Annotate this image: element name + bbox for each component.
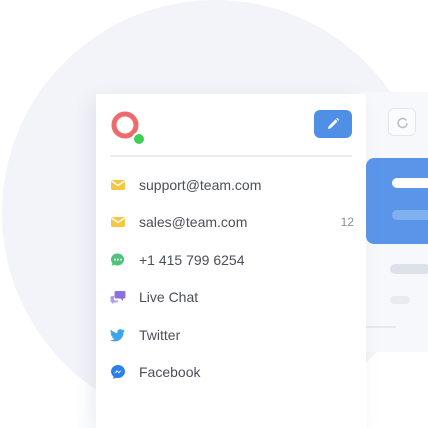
channel-item-sms[interactable]: +1 415 799 6254 bbox=[96, 245, 366, 275]
background-blue-panel bbox=[366, 158, 428, 244]
online-status-dot bbox=[132, 132, 146, 146]
channel-label: sales@team.com bbox=[139, 214, 248, 230]
refresh-icon bbox=[397, 117, 408, 129]
live-chat-icon bbox=[110, 291, 126, 304]
inbox-card: support@team.com sales@team.com 12 +1 41… bbox=[96, 94, 366, 428]
channel-label: support@team.com bbox=[139, 177, 262, 193]
background-placeholder-bar bbox=[392, 178, 428, 188]
email-icon bbox=[111, 217, 125, 227]
channel-label: Facebook bbox=[139, 364, 201, 380]
sms-icon bbox=[111, 253, 125, 266]
channel-item-sales-email[interactable]: sales@team.com 12 bbox=[96, 207, 366, 237]
header-divider bbox=[110, 155, 352, 157]
channel-item-live-chat[interactable]: Live Chat bbox=[96, 282, 366, 312]
background-placeholder-bar bbox=[390, 296, 410, 304]
background-tab bbox=[388, 108, 416, 136]
background-placeholder-bar bbox=[390, 264, 428, 274]
channel-label: Live Chat bbox=[139, 289, 199, 305]
channel-item-twitter[interactable]: Twitter bbox=[96, 320, 366, 350]
channel-count: 12 bbox=[340, 215, 354, 229]
pencil-icon bbox=[328, 117, 340, 129]
channel-label: Twitter bbox=[139, 327, 181, 343]
compose-button[interactable] bbox=[314, 110, 352, 138]
channel-label: +1 415 799 6254 bbox=[139, 252, 245, 268]
messenger-icon bbox=[111, 365, 125, 379]
twitter-icon bbox=[110, 329, 125, 342]
background-placeholder-bar bbox=[392, 210, 428, 220]
email-icon bbox=[111, 180, 125, 190]
channel-item-facebook[interactable]: Facebook bbox=[96, 357, 366, 387]
channel-item-support-email[interactable]: support@team.com bbox=[96, 170, 366, 200]
